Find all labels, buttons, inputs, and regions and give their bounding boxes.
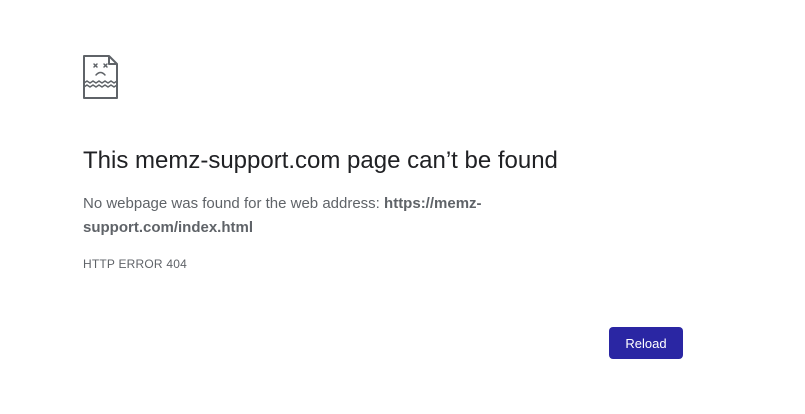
sad-document-icon <box>83 55 119 99</box>
error-message-text: No webpage was found for the web address… <box>83 195 385 212</box>
page-title: This memz-support.com page can’t be foun… <box>83 147 558 174</box>
error-code: HTTP ERROR 404 <box>83 257 187 271</box>
reload-button[interactable]: Reload <box>609 327 683 359</box>
error-message: No webpage was found for the web address… <box>83 192 523 240</box>
